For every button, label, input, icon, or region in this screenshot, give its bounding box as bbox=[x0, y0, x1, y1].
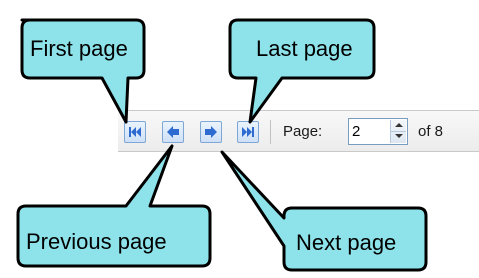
callout-previous-page-text: Previous page bbox=[26, 229, 167, 254]
callout-last-page-text: Last page bbox=[256, 36, 353, 61]
annotated-screenshot: Page: of 8 First page Last page Previous… bbox=[0, 0, 479, 278]
callout-first-page: First page bbox=[20, 18, 146, 124]
callout-first-page-text: First page bbox=[30, 36, 128, 61]
callout-next-page-text: Next page bbox=[296, 230, 396, 255]
callout-last-page: Last page bbox=[228, 18, 376, 124]
callout-previous-page: Previous page bbox=[16, 144, 212, 268]
callout-layer: First page Last page Previous page Next … bbox=[16, 18, 428, 272]
callout-next-page: Next page bbox=[220, 150, 428, 272]
